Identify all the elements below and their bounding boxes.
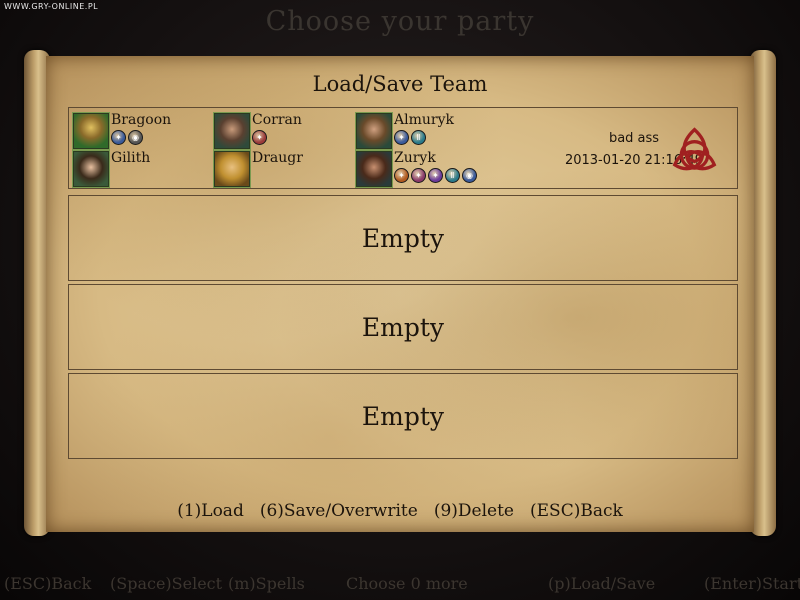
save-slot-3[interactable]: Empty [68,284,738,370]
select-hotkey[interactable]: (Space)Select [110,574,222,593]
scroll-paper: Load/Save Team Bragoon ✦ ◉ Corran ✦ Almuryk ✦ Ⅱ… [46,56,754,532]
spell-school-icon: ✦ [411,168,426,183]
delete-command[interactable]: (9)Delete [434,501,514,521]
member-name: Zuryk [394,150,436,166]
spells-hotkey[interactable]: (m)Spells [228,574,305,593]
spell-school-icon: Ⅱ [445,168,460,183]
dialog-commands: (1)Load (6)Save/Overwrite (9)Delete (ESC… [46,501,754,521]
spell-icons: ✦ ✦ ✦ Ⅱ ◉ [394,168,477,183]
bearded-portrait [356,151,392,187]
spell-school-icon: ◉ [462,168,477,183]
member-name: Corran [252,112,302,128]
blonde-portrait [214,151,250,187]
celtic-knot-icon [672,127,717,171]
save-slot-1[interactable]: Bragoon ✦ ◉ Corran ✦ Almuryk ✦ Ⅱ Gilith Draugr Zur… [68,107,738,189]
spell-school-icon: ✦ [394,168,409,183]
spell-icons: ✦ ◉ [111,130,143,145]
load-save-scroll: Load/Save Team Bragoon ✦ ◉ Corran ✦ Almuryk ✦ Ⅱ… [24,50,776,536]
dialog-title: Load/Save Team [312,72,488,96]
member-name: Bragoon [111,112,172,128]
spell-school-icon: ✦ [428,168,443,183]
choose-count-status: Choose 0 more [346,574,468,593]
save-slot-4[interactable]: Empty [68,373,738,459]
start-hotkey[interactable]: (Enter)Start [704,574,800,593]
spell-school-icon: ✦ [252,130,267,145]
back-hotkey[interactable]: (ESC)Back [4,574,91,593]
save-slot-2[interactable]: Empty [68,195,738,281]
slot-empty-label: Empty [361,401,445,431]
back-command[interactable]: (ESC)Back [530,501,623,521]
dwarf-portrait [73,113,109,149]
spell-icons: ✦ Ⅱ [394,130,426,145]
spell-school-icon: ✦ [394,130,409,145]
elf-portrait [356,113,392,149]
screen-title: Choose your party [265,6,535,37]
slot-empty-label: Empty [361,223,445,253]
spell-school-icon: ✦ [111,130,126,145]
human-portrait [214,113,250,149]
bottom-command-bar: (ESC)Back (Space)Select (m)Spells Choose… [0,574,800,598]
elf-woman-portrait [73,151,109,187]
spell-school-icon: Ⅱ [411,130,426,145]
load-save-hotkey[interactable]: (p)Load/Save [548,574,655,593]
member-name: Almuryk [394,112,454,128]
member-name: Gilith [111,150,151,166]
slot-empty-label: Empty [361,312,445,342]
save-command[interactable]: (6)Save/Overwrite [260,501,418,521]
spell-school-icon: ◉ [128,130,143,145]
spell-icons: ✦ [252,130,267,145]
load-command[interactable]: (1)Load [177,501,244,521]
member-name: Draugr [252,150,303,166]
